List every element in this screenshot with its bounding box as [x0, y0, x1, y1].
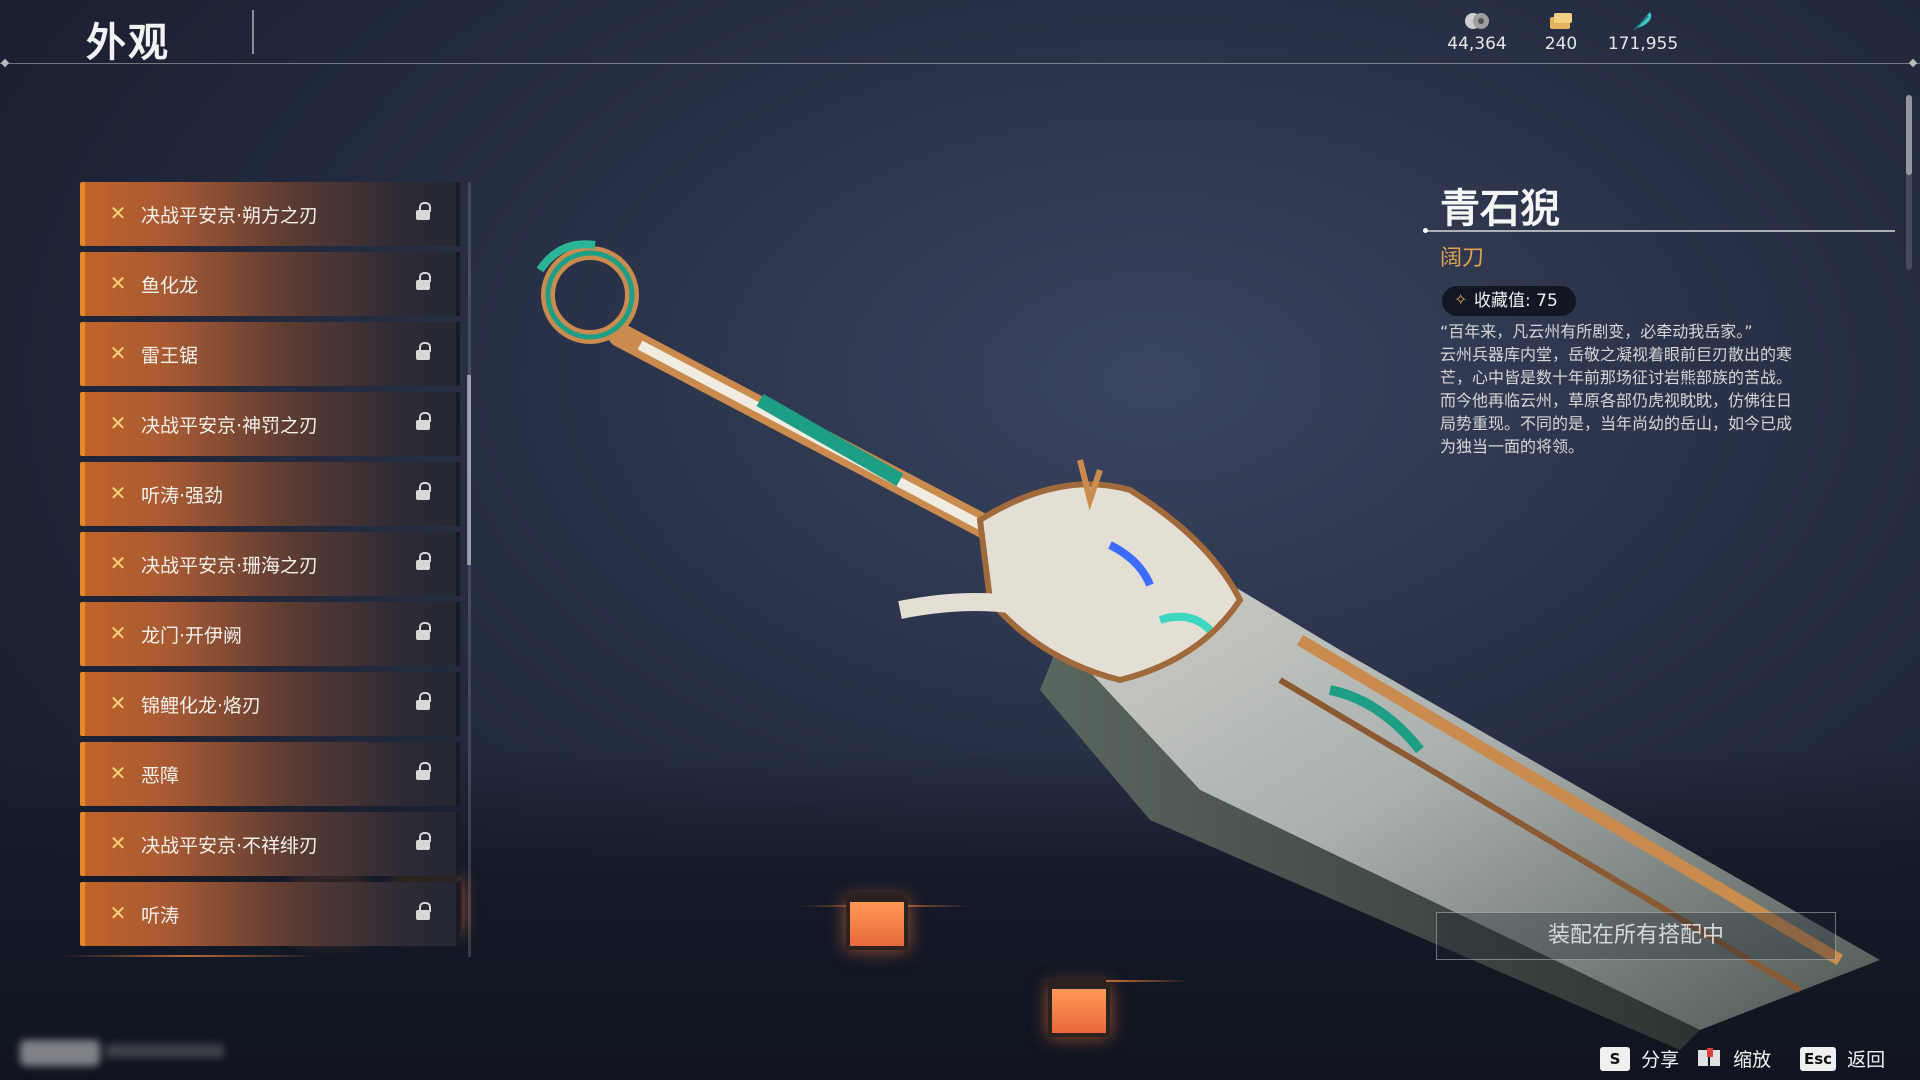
collection-value: 收藏值: 75 [1474, 291, 1558, 311]
list-scrollbar[interactable] [468, 182, 471, 957]
lock-icon [416, 552, 431, 570]
crossed-swords-icon: ✕ [109, 831, 127, 855]
crossed-swords-icon: ✕ [109, 201, 127, 225]
share-hint[interactable]: S 分享 [1600, 1045, 1679, 1073]
crossed-swords-icon: ✕ [109, 551, 127, 575]
crossed-swords-icon: ✕ [109, 621, 127, 645]
zoom-label: 缩放 [1733, 1049, 1772, 1071]
list-item-label: 鱼化龙 [141, 275, 199, 297]
weapon-guard [898, 459, 1244, 684]
list-item-label: 锦鲤化龙·烙刃 [141, 695, 262, 717]
description-line: 云州兵器库内堂，岳敬之凝视着眼前巨刃散出的寒 [1440, 345, 1793, 364]
list-item[interactable]: ✕ 决战平安京·神罚之刃 [80, 392, 460, 456]
lock-icon [416, 832, 431, 850]
list-item-label: 决战平安京·朔方之刃 [141, 205, 319, 227]
list-item-label: 决战平安京·珊海之刃 [141, 555, 319, 577]
list-item[interactable]: ✕ 鱼化龙 [80, 252, 460, 316]
crossed-swords-icon: ✕ [109, 411, 127, 435]
crossed-swords-icon: ✕ [109, 271, 127, 295]
description-line: “百年来，凡云州有所剧变，必牵动我岳家。” [1440, 322, 1753, 341]
lock-icon [416, 272, 431, 290]
lock-icon [416, 622, 431, 640]
player-avatar [20, 1040, 100, 1066]
crossed-swords-icon: ✕ [109, 341, 127, 365]
list-item[interactable]: ✕ 决战平安京·不祥绯刃 [80, 812, 460, 876]
list-item[interactable]: ✕ 决战平安京·朔方之刃 [80, 182, 460, 246]
skin-list: ✕ 决战平安京·朔方之刃 ✕ 鱼化龙 ✕ 雷王锯 ✕ 决战平安京·神罚之刃 ✕ … [80, 182, 460, 952]
share-label: 分享 [1641, 1049, 1680, 1071]
lock-icon [416, 412, 431, 430]
crossed-swords-icon: ✕ [109, 691, 127, 715]
description-line: 而今他再临云州，草原各部仍虎视眈眈，仿佛往日 [1440, 391, 1793, 410]
lock-icon [416, 202, 431, 220]
collection-value-badge: ✧ 收藏值: 75 [1442, 286, 1576, 316]
description-line: 芒，心中皆是数十年前那场征讨岩熊部族的苦战。 [1440, 368, 1793, 387]
crossed-swords-icon: ✕ [109, 761, 127, 785]
list-item-label: 听涛 [141, 905, 180, 927]
back-label: 返回 [1847, 1049, 1886, 1071]
list-item[interactable]: ✕ 龙门·开伊阙 [80, 602, 460, 666]
name-underline [1425, 230, 1895, 232]
lock-icon [416, 762, 431, 780]
back-keycap: Esc [1800, 1046, 1837, 1071]
lock-icon [416, 342, 431, 360]
list-item-label: 雷王锯 [141, 345, 199, 367]
crossed-swords-icon: ✕ [109, 901, 127, 925]
collection-icon: ✧ [1454, 290, 1468, 309]
list-item[interactable]: ✕ 雷王锯 [80, 322, 460, 386]
underline-ornament [1423, 228, 1428, 233]
list-item-label: 恶障 [141, 765, 180, 787]
lock-icon [416, 692, 431, 710]
list-item-label: 龙门·开伊阙 [141, 625, 243, 647]
description-line: 为独当一面的将领。 [1440, 437, 1585, 456]
back-hint[interactable]: Esc 返回 [1800, 1045, 1885, 1073]
lock-icon [416, 482, 431, 500]
zoom-icon [1698, 1047, 1722, 1070]
list-item[interactable]: ✕ 听涛·强劲 [80, 462, 460, 526]
share-keycap: S [1600, 1046, 1630, 1071]
list-scrollbar-thumb[interactable] [467, 375, 471, 565]
description-line: 局势重现。不同的是，当年尚幼的岳山，如今已成 [1440, 414, 1793, 433]
weapon-handle [536, 240, 1022, 552]
player-info [105, 1044, 225, 1058]
zoom-hint[interactable]: 缩放 [1698, 1045, 1771, 1073]
lantern [842, 892, 908, 950]
equip-all-button[interactable]: 装配在所有搭配中 [1436, 912, 1836, 960]
list-item[interactable]: ✕ 听涛 [80, 882, 460, 946]
lantern [1044, 979, 1110, 1037]
list-item[interactable]: ✕ 恶障 [80, 742, 460, 806]
panel-scrollbar-thumb[interactable] [1906, 95, 1912, 175]
item-name: 青石猊 [1440, 186, 1560, 232]
item-type: 阔刀 [1440, 246, 1485, 271]
item-description: “百年来，凡云州有所剧变，必牵动我岳家。” 云州兵器库内堂，岳敬之凝视着眼前巨刃… [1440, 320, 1840, 458]
crossed-swords-icon: ✕ [109, 481, 127, 505]
lock-icon [416, 902, 431, 920]
list-item-label: 决战平安京·神罚之刃 [141, 415, 319, 437]
list-item-label: 听涛·强劲 [141, 485, 224, 507]
list-item[interactable]: ✕ 锦鲤化龙·烙刃 [80, 672, 460, 736]
list-item[interactable]: ✕ 决战平安京·珊海之刃 [80, 532, 460, 596]
list-item-label: 决战平安京·不祥绯刃 [141, 835, 319, 857]
